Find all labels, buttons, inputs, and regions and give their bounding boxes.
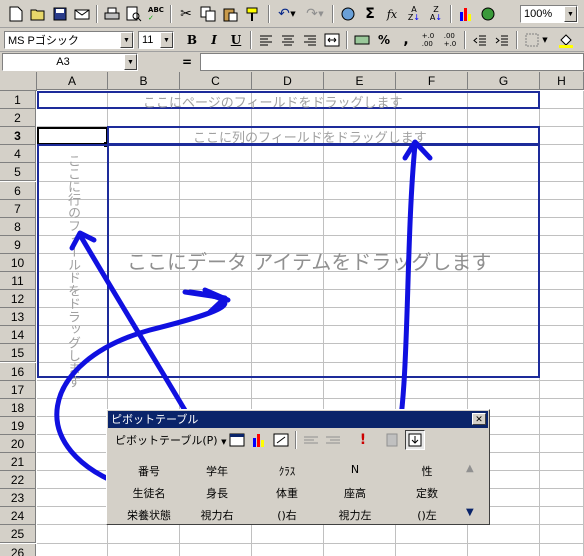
close-icon[interactable]: ✕	[472, 413, 486, 425]
pivot-toolbar-title: ピボットテーブル	[111, 413, 199, 426]
pivot-toolbar-titlebar[interactable]: ピボットテーブル ✕	[108, 411, 488, 428]
pivot-menu-button[interactable]: ピボットテーブル(P) ▼	[115, 432, 226, 448]
refresh-data-icon[interactable]	[383, 430, 403, 450]
show-detail-icon[interactable]	[323, 430, 343, 450]
pivot-field-button[interactable]: 定数	[397, 485, 457, 501]
pivot-field-button[interactable]: 性	[397, 463, 457, 479]
pivot-field-button[interactable]: ｸﾗｽ	[257, 463, 317, 479]
pivot-format-report-icon[interactable]	[227, 430, 247, 450]
pivot-field-button[interactable]: 栄養状態	[119, 507, 179, 523]
pivot-chart-icon[interactable]	[249, 430, 269, 450]
field-settings-icon[interactable]: !	[353, 430, 373, 450]
pivot-wizard-icon[interactable]	[271, 430, 291, 450]
hide-detail-icon[interactable]	[301, 430, 321, 450]
pivot-field-button[interactable]: 視力左	[325, 507, 385, 523]
pivot-field-button[interactable]: 体重	[257, 485, 317, 501]
pivot-field-button[interactable]: ()右	[257, 507, 317, 523]
pivot-field-button[interactable]: 番号	[119, 463, 179, 479]
pivot-field-button[interactable]: 視力右	[187, 507, 247, 523]
pivot-field-button[interactable]: 身長	[187, 485, 247, 501]
pivot-field-button[interactable]: N	[325, 463, 385, 476]
pivot-field-button[interactable]: 座高	[325, 485, 385, 501]
scroll-up-icon[interactable]: ▲	[466, 463, 474, 474]
scroll-down-icon[interactable]: ▼	[466, 507, 474, 518]
pivot-field-button[interactable]: ()左	[397, 507, 457, 523]
show-field-list-icon[interactable]	[405, 430, 425, 450]
pivot-table-toolbar: ピボットテーブル ✕ ピボットテーブル(P) ▼ ! 番号 学年 ｸﾗｽ N 性生徒名身…	[106, 409, 490, 525]
pivot-field-button[interactable]: 学年	[187, 463, 247, 479]
pivot-field-button[interactable]: 生徒名	[119, 485, 179, 501]
